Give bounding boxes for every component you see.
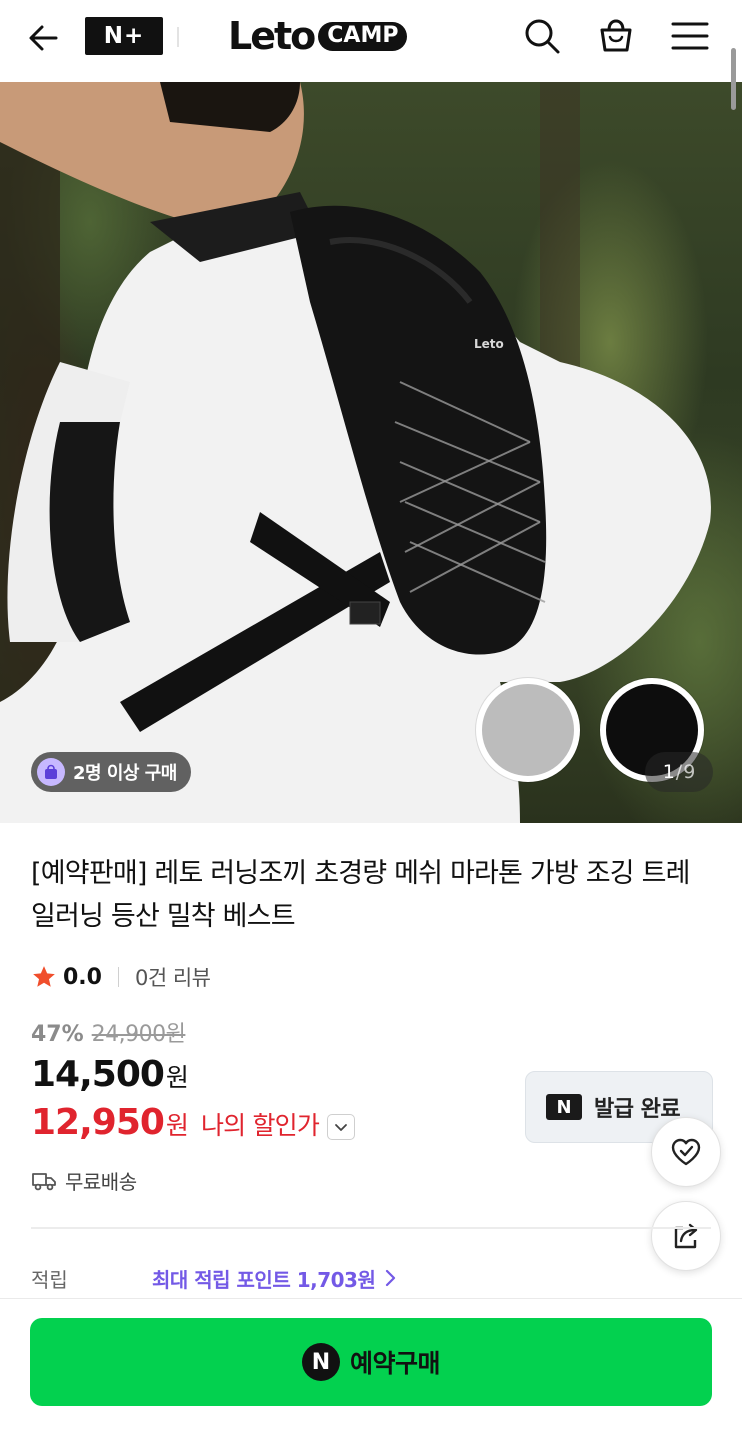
color-option-gray[interactable] (476, 678, 580, 782)
nplus-store-logo[interactable]: N+ (85, 17, 163, 55)
back-button[interactable] (24, 18, 64, 58)
review-count-link[interactable]: 0건 리뷰 (135, 962, 211, 992)
sale-price-row: 14,500 원 (31, 1054, 189, 1095)
chevron-down-icon (335, 1123, 347, 1131)
bottom-action-bar: N 예약구매 (0, 1298, 742, 1440)
header-divider (177, 27, 179, 47)
my-discount-price-unit: 원 (165, 1111, 189, 1140)
top-header: N+ Leto CAMP (0, 0, 742, 82)
logo-camp-text: CAMP (318, 21, 408, 51)
svg-text:Leto: Leto (474, 337, 504, 351)
original-price: 24,900원 (91, 1022, 186, 1047)
section-divider (31, 1227, 711, 1229)
my-discount-price: 12,950 (31, 1102, 165, 1143)
group-buy-badge: 2명 이상 구매 (31, 752, 191, 792)
heart-check-icon (671, 1138, 701, 1166)
points-row[interactable]: 적립 최대 적립 포인트 1,703원 (31, 1262, 711, 1294)
naver-n-icon: N (546, 1094, 582, 1120)
product-image-carousel[interactable]: Leto 2명 이상 구매 1/9 (0, 82, 742, 823)
menu-button[interactable] (668, 14, 712, 58)
star-icon (33, 966, 55, 987)
preorder-buy-button[interactable]: N 예약구매 (30, 1318, 712, 1406)
group-buy-text: 2명 이상 구매 (73, 763, 177, 784)
brand-logo[interactable]: Leto CAMP (228, 14, 408, 58)
wishlist-button[interactable] (651, 1117, 721, 1187)
sale-price: 14,500 (31, 1054, 165, 1095)
product-title: [예약판매] 레토 러닝조끼 초경량 메쉬 마라톤 가방 조깅 트레일러닝 등산… (31, 858, 690, 932)
points-label: 적립 (31, 1267, 68, 1292)
share-icon (674, 1223, 698, 1249)
cart-button[interactable] (594, 14, 638, 58)
delivery-info: 무료배송 (65, 1170, 137, 1194)
chevron-right-icon (386, 1269, 396, 1287)
delivery-row: 무료배송 (31, 1166, 137, 1195)
preorder-buy-label: 예약구매 (349, 1349, 441, 1378)
hamburger-menu-icon (671, 22, 709, 50)
page-total: 9 (683, 761, 696, 783)
my-discount-label: 나의 할인가 (200, 1111, 320, 1140)
rating-row[interactable]: 0.0 0건 리뷰 (31, 960, 211, 994)
page-separator: / (675, 761, 683, 783)
shopping-bag-icon (600, 19, 632, 52)
logo-leto-text: Leto (228, 14, 316, 58)
arrow-left-icon (29, 25, 58, 51)
coupon-status-label: 발급 완료 (594, 1097, 681, 1122)
page-current: 1 (662, 761, 675, 783)
search-icon (525, 19, 560, 54)
sale-price-unit: 원 (165, 1063, 189, 1092)
page-scrollbar[interactable] (731, 48, 736, 110)
my-price-expand-button[interactable] (327, 1113, 356, 1140)
share-button[interactable] (651, 1201, 721, 1271)
max-points-link[interactable]: 최대 적립 포인트 1,703원 (152, 1264, 376, 1293)
image-page-counter: 1/9 (645, 752, 713, 792)
rating-score: 0.0 (63, 964, 102, 990)
search-button[interactable] (520, 14, 564, 58)
my-price-row: 12,950 원 나의 할인가 (31, 1102, 356, 1143)
naver-pay-icon: N (301, 1343, 340, 1381)
rating-divider (117, 967, 119, 987)
original-price-row: 47% 24,900원 (31, 1016, 186, 1048)
truck-icon (32, 1172, 56, 1190)
discount-rate: 47% (31, 1022, 84, 1047)
shopping-bag-icon (37, 758, 65, 786)
